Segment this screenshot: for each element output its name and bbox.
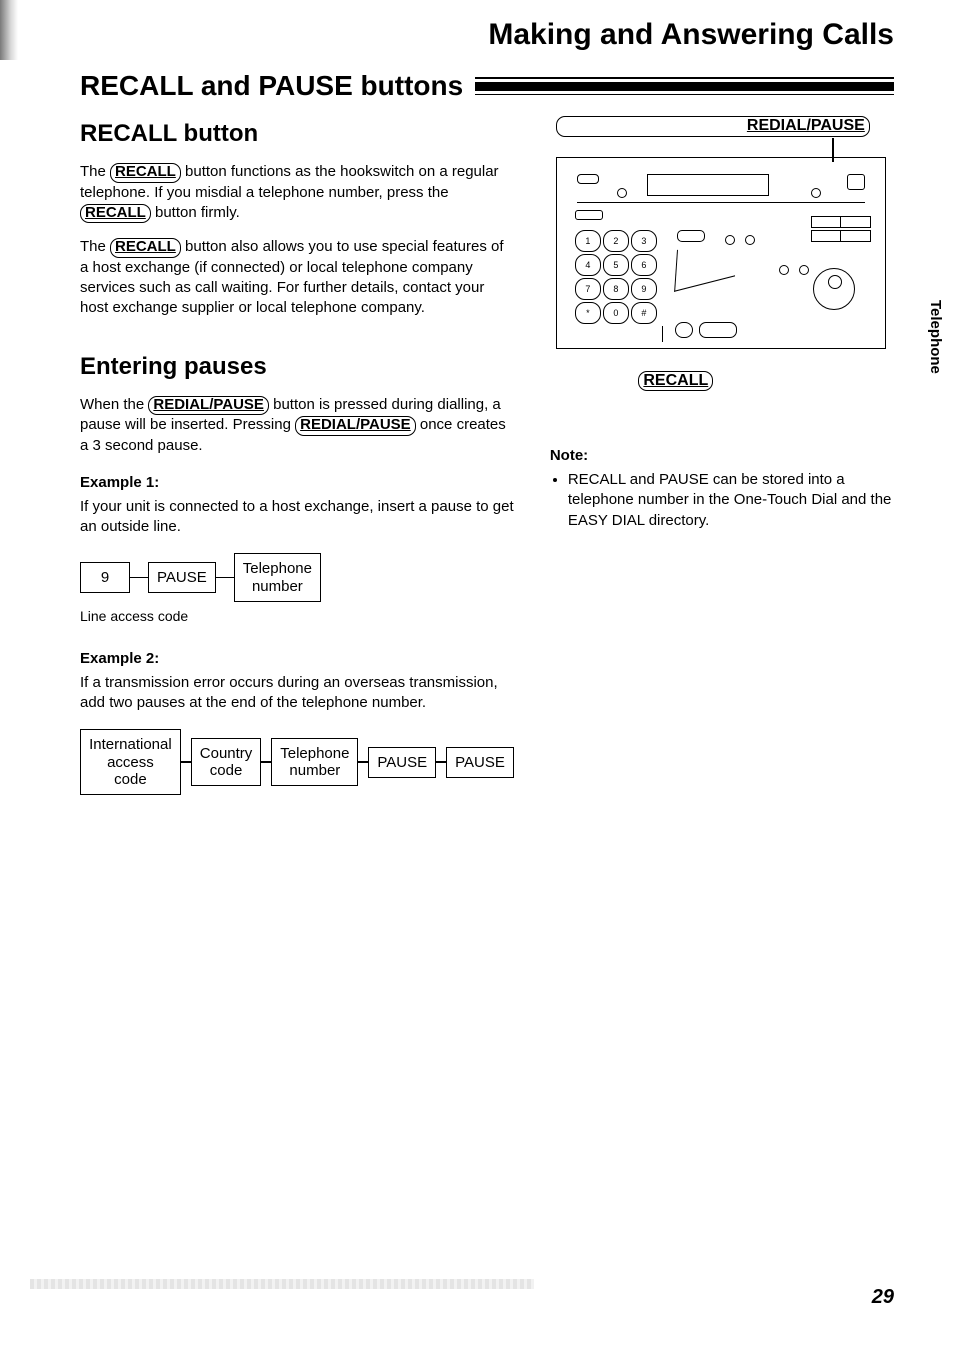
- redial-pause-button-label: REDIAL/PAUSE: [295, 416, 416, 436]
- flow-box-pause: PAUSE: [148, 562, 216, 593]
- key-6: 6: [631, 254, 657, 276]
- pauses-heading: Entering pauses: [80, 353, 514, 381]
- chapter-title: Making and Answering Calls: [80, 18, 894, 52]
- paper-feed-icon: [847, 174, 865, 190]
- flow-box-pause: PAUSE: [446, 747, 514, 778]
- one-touch-keys-icon: [811, 216, 871, 240]
- flow-box-nine: 9: [80, 562, 130, 593]
- key-4: 4: [575, 254, 601, 276]
- example1-caption: Line access code: [80, 608, 514, 624]
- jog-dial-icon: [813, 268, 855, 310]
- pill-button-icon: [677, 230, 705, 242]
- indicator-icon: [811, 188, 821, 198]
- section-heading-bar: RECALL and PAUSE buttons: [80, 70, 894, 102]
- flow-box-country: Country code: [191, 738, 262, 787]
- key-0: 0: [603, 302, 629, 324]
- flow-box-telno: Telephone number: [271, 738, 358, 787]
- key-1: 1: [575, 230, 601, 252]
- example1-header: Example 1:: [80, 474, 514, 491]
- section-rule: [475, 77, 894, 95]
- example2-text: If a transmission error occurs during an…: [80, 673, 514, 714]
- recall-heading: RECALL button: [80, 120, 514, 148]
- flow-box-intl: International access code: [80, 729, 181, 795]
- redial-pause-button-label: REDIAL/PAUSE: [148, 396, 269, 416]
- phone-diagram: REDIAL/PAUSE 1 2: [556, 116, 886, 391]
- section-title: RECALL and PAUSE buttons: [80, 70, 463, 102]
- oval-button-icon: [675, 322, 693, 338]
- example2-header: Example 2:: [80, 650, 514, 667]
- display-icon: [647, 174, 769, 196]
- keypad: 1 2 3 4 5 6 7 8 9: [575, 230, 665, 326]
- rounded-button-icon: [699, 322, 737, 338]
- phone-top-row: [577, 168, 865, 203]
- flow-connector: [436, 761, 446, 763]
- key-5: 5: [603, 254, 629, 276]
- indicator-icon: [617, 188, 627, 198]
- diagram-label-recall-wrap: RECALL: [596, 371, 756, 392]
- recall-button-label: RECALL: [110, 238, 181, 258]
- indicator-icon: [779, 262, 819, 280]
- txt: The: [80, 163, 110, 180]
- note-list: RECALL and PAUSE can be stored into a te…: [550, 470, 894, 531]
- diagram-label-redial-pause: REDIAL/PAUSE: [556, 116, 870, 137]
- leader-line: [662, 326, 664, 342]
- note-header: Note:: [550, 447, 894, 464]
- phone-outline: 1 2 3 4 5 6 7 8 9: [556, 157, 886, 349]
- key-3: 3: [631, 230, 657, 252]
- note-item: RECALL and PAUSE can be stored into a te…: [568, 470, 894, 531]
- pauses-para-1: When the REDIAL/PAUSE button is pressed …: [80, 395, 514, 456]
- txt: The: [80, 238, 110, 255]
- key-star: *: [575, 302, 601, 324]
- example2-flow: International access code Country code T…: [80, 729, 514, 795]
- flow-box-telno: Telephone number: [234, 553, 321, 602]
- side-tab-telephone: Telephone: [927, 300, 944, 374]
- recall-button-label: RECALL: [110, 163, 181, 183]
- example1-flow: 9 PAUSE Telephone number: [80, 553, 514, 602]
- indicator-icon: [725, 232, 765, 250]
- txt: button firmly.: [155, 204, 240, 221]
- flow-connector: [181, 761, 191, 763]
- key-9: 9: [631, 278, 657, 300]
- flow-connector: [130, 577, 148, 579]
- cassette-icon: [575, 210, 603, 220]
- scan-artifact: [0, 0, 18, 60]
- diagram-label-recall: RECALL: [638, 371, 713, 392]
- key-7: 7: [575, 278, 601, 300]
- key-8: 8: [603, 278, 629, 300]
- scan-artifact: [30, 1279, 534, 1289]
- handset-icon: [577, 174, 599, 184]
- flow-connector: [261, 761, 271, 763]
- manual-page: Making and Answering Calls RECALL and PA…: [0, 0, 954, 1349]
- recall-para-1: The RECALL button functions as the hooks…: [80, 162, 514, 223]
- key-2: 2: [603, 230, 629, 252]
- page-number: 29: [872, 1286, 894, 1309]
- bottom-controls: [675, 322, 737, 338]
- key-hash: #: [631, 302, 657, 324]
- recall-button-label: RECALL: [80, 204, 151, 224]
- flow-connector: [216, 577, 234, 579]
- recall-para-2: The RECALL button also allows you to use…: [80, 237, 514, 318]
- flow-connector: [358, 761, 368, 763]
- left-column: RECALL button The RECALL button function…: [80, 116, 514, 799]
- txt: When the: [80, 396, 148, 413]
- flow-box-pause: PAUSE: [368, 747, 436, 778]
- right-column: REDIAL/PAUSE 1 2: [550, 116, 894, 531]
- example1-text: If your unit is connected to a host exch…: [80, 497, 514, 538]
